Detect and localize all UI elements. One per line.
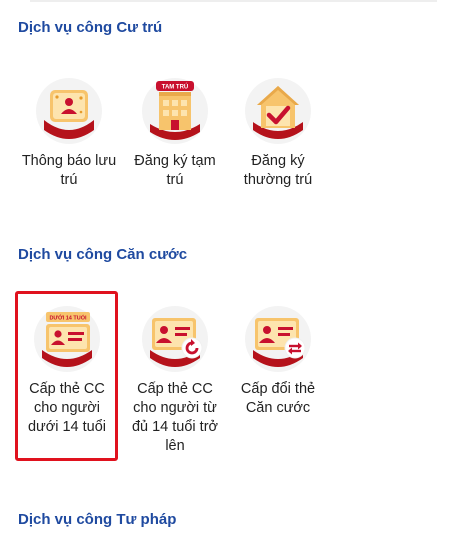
service-dang-ky-thuong-tru[interactable]: Đăng ký thường trú	[228, 78, 328, 190]
service-dang-ky-tam-tru[interactable]: TAM TRÚ Đăng ký tạm trú	[125, 78, 225, 190]
service-cap-doi-the[interactable]: Cấp đổi thẻ Căn cước	[228, 306, 328, 418]
id-card-exchange-icon	[245, 306, 311, 372]
under-14-badge: DƯỚI 14 TUỔI	[49, 314, 87, 322]
section-title-cu-tru: Dịch vụ công Cư trú	[18, 19, 163, 36]
notice-card-icon	[36, 78, 102, 144]
tam-tru-building-icon: TAM TRÚ	[142, 78, 208, 144]
service-label: Cấp thẻ CC cho người từ đủ 14 tuổi trở l…	[131, 381, 219, 454]
service-label: Cấp đổi thẻ Căn cước	[240, 381, 316, 416]
service-thong-bao-luu-tru[interactable]: Thông báo lưu trú	[19, 78, 119, 190]
service-cap-the-duoi-14[interactable]: DƯỚI 14 TUỔI Cấp thẻ CC cho người dưới 1…	[17, 306, 117, 437]
service-label: Cấp thẻ CC cho người dưới 14 tuổi	[27, 381, 107, 435]
service-label: Đăng ký tạm trú	[134, 153, 216, 188]
public-services-page: Dịch vụ công Cư trú Thông báo lưu trú TA…	[0, 0, 467, 545]
id-card-refresh-icon	[142, 306, 208, 372]
tam-tru-badge: TAM TRÚ	[162, 84, 189, 91]
service-label: Thông báo lưu trú	[21, 153, 117, 188]
top-divider	[30, 0, 437, 2]
section-title-can-cuoc: Dịch vụ công Căn cước	[18, 246, 188, 263]
section-title-tu-phap: Dịch vụ công Tư pháp	[18, 511, 177, 528]
service-cap-the-tu-14[interactable]: Cấp thẻ CC cho người từ đủ 14 tuổi trở l…	[125, 306, 225, 456]
service-label: Đăng ký thường trú	[243, 153, 313, 188]
id-card-under-14-icon: DƯỚI 14 TUỔI	[34, 306, 100, 372]
house-check-icon	[245, 78, 311, 144]
